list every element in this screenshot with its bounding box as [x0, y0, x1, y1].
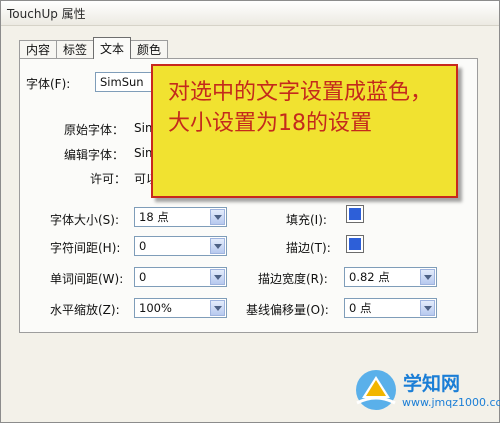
font-value: SimSun	[100, 75, 144, 89]
horiz-scale-select[interactable]: 100%	[134, 298, 227, 318]
font-size-value: 18 点	[139, 210, 169, 224]
font-label: 字体(F):	[26, 77, 71, 91]
original-font-label: 原始字体：	[64, 123, 125, 137]
stroke-width-select[interactable]: 0.82 点	[344, 267, 437, 287]
baseline-offset-value: 0 点	[349, 301, 372, 315]
stroke-width-value: 0.82 点	[349, 270, 390, 284]
char-spacing-select[interactable]: 0	[134, 236, 227, 256]
tab-tags[interactable]: 标签	[56, 40, 95, 59]
baseline-offset-label: 基线偏移量(O):	[246, 303, 329, 317]
watermark-name: 学知网	[403, 373, 461, 395]
horiz-scale-value: 100%	[139, 301, 172, 315]
edit-font-label: 编辑字体：	[64, 148, 125, 162]
font-select[interactable]: SimSun	[95, 72, 155, 92]
stroke-width-label: 描边宽度(R):	[258, 272, 328, 286]
char-spacing-value: 0	[139, 239, 147, 253]
site-logo-icon	[356, 370, 396, 410]
word-spacing-value: 0	[139, 270, 147, 284]
window-title: TouchUp 属性	[7, 7, 86, 21]
tab-text[interactable]: 文本	[93, 37, 132, 59]
baseline-offset-select[interactable]: 0 点	[344, 298, 437, 318]
fill-color-swatch[interactable]	[346, 205, 364, 223]
title-bar[interactable]: TouchUp 属性	[1, 1, 499, 26]
stroke-color-swatch[interactable]	[346, 235, 364, 253]
char-spacing-dropdown-icon[interactable]	[210, 238, 225, 254]
tab-bar: 内容 标签 文本 颜色	[19, 37, 169, 59]
stroke-label: 描边(T):	[286, 241, 331, 255]
tab-content[interactable]: 内容	[19, 40, 58, 59]
horiz-scale-dropdown-icon[interactable]	[210, 300, 225, 316]
touchup-properties-dialog: TouchUp 属性 内容 标签 文本 颜色 字体(F): SimSun 原始字…	[0, 0, 500, 423]
char-spacing-label: 字符间距(H):	[50, 241, 121, 255]
word-spacing-label: 单词间距(W):	[50, 272, 124, 286]
baseline-offset-dropdown-icon[interactable]	[420, 300, 435, 316]
fill-color	[349, 208, 361, 220]
callout-text: 对选中的文字设置成蓝色，大小设置为18的设置	[168, 80, 433, 136]
word-spacing-dropdown-icon[interactable]	[210, 269, 225, 285]
stroke-width-dropdown-icon[interactable]	[420, 269, 435, 285]
horiz-scale-label: 水平缩放(Z):	[50, 303, 120, 317]
font-size-label: 字体大小(S):	[50, 213, 120, 227]
stroke-color	[349, 238, 361, 250]
tab-color[interactable]: 颜色	[130, 40, 169, 59]
annotation-callout: 对选中的文字设置成蓝色，大小设置为18的设置	[151, 64, 458, 198]
word-spacing-select[interactable]: 0	[134, 267, 227, 287]
permission-label: 许可：	[90, 172, 127, 186]
fill-label: 填充(I):	[286, 213, 327, 227]
watermark-url: www.jmqz1000.com	[402, 396, 500, 409]
site-watermark: 学知网 www.jmqz1000.com	[351, 365, 500, 421]
font-size-select[interactable]: 18 点	[134, 207, 227, 227]
font-size-dropdown-icon[interactable]	[210, 209, 225, 225]
